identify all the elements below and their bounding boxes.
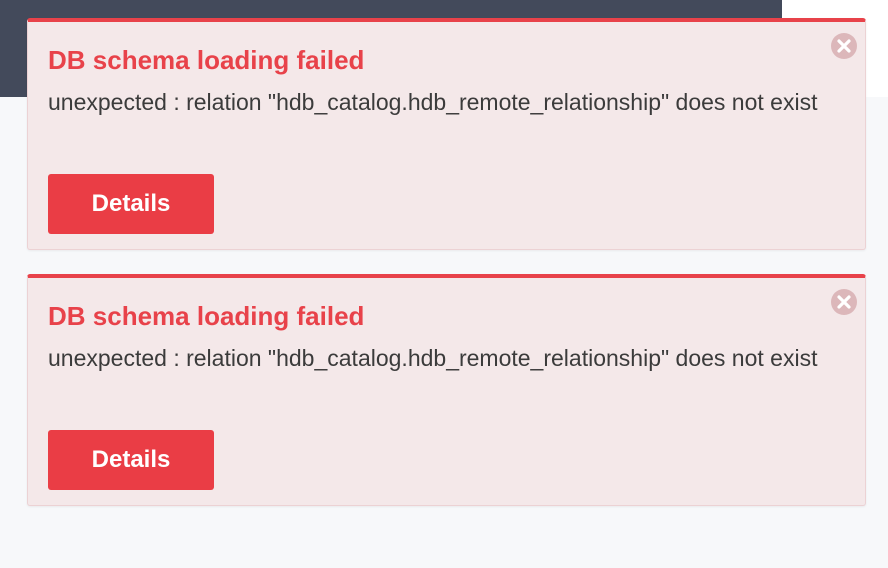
error-notification: DB schema loading failed unexpected : re…: [27, 18, 866, 250]
notification-title: DB schema loading failed: [48, 45, 365, 75]
close-circle-icon: [830, 288, 858, 316]
details-button[interactable]: Details: [48, 430, 214, 490]
close-circle-icon: [830, 32, 858, 60]
close-notification-button[interactable]: [830, 32, 858, 60]
close-notification-button[interactable]: [830, 288, 858, 316]
details-button[interactable]: Details: [48, 174, 214, 234]
error-notification: DB schema loading failed unexpected : re…: [27, 274, 866, 506]
notification-message: unexpected : relation "hdb_catalog.hdb_r…: [48, 89, 818, 115]
notification-message: unexpected : relation "hdb_catalog.hdb_r…: [48, 345, 818, 371]
notification-title: DB schema loading failed: [48, 301, 365, 331]
